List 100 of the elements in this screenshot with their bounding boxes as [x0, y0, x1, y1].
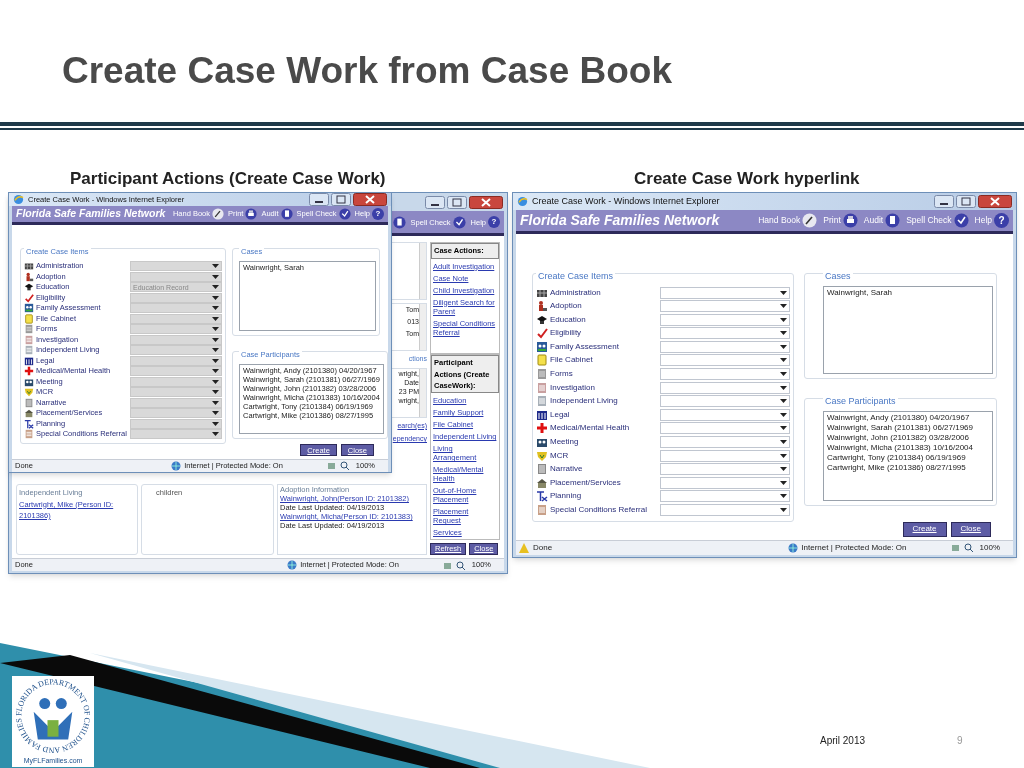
shield-icon: [536, 449, 548, 462]
pen-icon[interactable]: [212, 207, 224, 220]
browser-icon: [13, 194, 24, 205]
list-item[interactable]: Cartwright, Tony (2101384) 06/19/1969: [827, 452, 989, 463]
minimize-icon[interactable]: [934, 194, 954, 208]
item-label: Independent Living: [550, 397, 619, 406]
cap-icon: [24, 282, 34, 292]
close-icon[interactable]: [978, 194, 1012, 208]
browser-icon: [517, 195, 528, 207]
item-dropdown[interactable]: [660, 476, 790, 489]
columns-icon: [536, 408, 548, 421]
window-title: Create Case Work - Windows Internet Explorer: [532, 194, 720, 208]
item-label: File Cabinet: [550, 356, 594, 365]
house-icon: [24, 408, 34, 418]
caret-icon: [780, 385, 787, 390]
list-item[interactable]: Wainwright, Sarah: [827, 287, 989, 298]
check-icon[interactable]: [338, 207, 351, 220]
scrollbar[interactable]: [419, 243, 426, 300]
cases-listbox[interactable]: Wainwright, Sarah: [823, 285, 993, 374]
item-dropdown[interactable]: [660, 354, 790, 367]
document-icon: [536, 504, 548, 516]
item-dropdown[interactable]: [660, 449, 790, 462]
printer-icon[interactable]: [245, 207, 258, 220]
scrollbar[interactable]: [419, 304, 426, 351]
slide-date: April 2013: [820, 734, 866, 748]
list-item[interactable]: Wainwright, Micha (2101383) 10/16/2004: [827, 442, 989, 453]
folder-icon: [24, 313, 34, 324]
caret-icon: [780, 467, 787, 472]
item-label: Administration: [550, 288, 602, 297]
check-icon: [24, 292, 34, 303]
caret-icon: [780, 290, 787, 295]
document-icon: [24, 429, 34, 439]
printer-icon[interactable]: [842, 212, 858, 228]
minimize-icon[interactable]: [309, 193, 329, 206]
item-label: Narrative: [550, 465, 584, 474]
list-item[interactable]: Cartwright, Mike (2101386) 08/27/1995: [827, 462, 989, 473]
caret-icon: [780, 440, 787, 445]
item-label: Placement/Services: [550, 478, 622, 487]
item-label: Education: [550, 315, 587, 324]
list-item[interactable]: Wainwright, Sarah (2101381) 06/27/1969: [827, 422, 989, 433]
item-dropdown[interactable]: [660, 381, 790, 394]
caret-icon: [780, 399, 787, 404]
form-icon: [24, 324, 34, 334]
form-icon: [536, 368, 548, 381]
pen-icon[interactable]: [802, 212, 818, 228]
item-dropdown[interactable]: [660, 395, 790, 408]
zoom-icon[interactable]: [963, 543, 976, 553]
document-icon[interactable]: [392, 215, 406, 229]
panel-legend: Case Participants: [825, 395, 896, 406]
item-label: Forms: [550, 370, 574, 379]
document-icon[interactable]: [885, 212, 901, 228]
item-dropdown[interactable]: [660, 368, 790, 381]
item-label: Family Assessment: [550, 342, 620, 351]
close-icon[interactable]: [469, 195, 503, 209]
app-name: Florida Safe Families Network: [16, 206, 166, 221]
list-item[interactable]: Wainwright, John (2101382) 03/28/2006: [827, 432, 989, 443]
zoom-icon[interactable]: [455, 560, 468, 570]
close-icon[interactable]: [353, 193, 387, 206]
item-label: MCR: [550, 451, 570, 460]
item-dropdown[interactable]: [660, 463, 790, 476]
person-icon: [536, 300, 548, 313]
item-dropdown[interactable]: [660, 408, 790, 421]
prescription-icon: [24, 418, 34, 429]
caret-icon: [780, 304, 787, 309]
item-dropdown[interactable]: [660, 300, 790, 313]
list-item[interactable]: Wainwright, Andy (2101380) 04/20/1967: [827, 412, 989, 423]
document-icon[interactable]: [280, 207, 293, 220]
caret-icon: [780, 372, 787, 377]
panel-legend: Cases: [825, 270, 851, 281]
dialog-button[interactable]: Close: [950, 521, 991, 537]
item-dropdown[interactable]: [660, 340, 790, 353]
item-dropdown[interactable]: [660, 490, 790, 503]
item-label: Adoption: [550, 302, 583, 311]
item-dropdown[interactable]: [660, 313, 790, 326]
scrollbar[interactable]: [419, 368, 426, 417]
check-icon[interactable]: [452, 215, 466, 229]
item-dropdown[interactable]: [660, 327, 790, 340]
item-dropdown[interactable]: [660, 286, 790, 299]
item-label: Meeting: [550, 438, 580, 447]
item-dropdown[interactable]: [660, 422, 790, 435]
caret-icon: [780, 480, 787, 485]
item-label: Legal: [550, 410, 571, 419]
caret-icon: [780, 358, 787, 363]
participants-listbox[interactable]: [823, 410, 993, 501]
help-icon[interactable]: ?: [488, 216, 500, 229]
check-icon[interactable]: [953, 212, 969, 228]
caret-icon: [780, 317, 787, 322]
caret-icon: [780, 344, 787, 349]
app-name: Florida Safe Families Network: [520, 210, 720, 230]
zoom-level[interactable]: 100%: [979, 541, 1000, 554]
item-dropdown[interactable]: [660, 504, 790, 516]
document-icon: [536, 395, 548, 408]
shield-icon: [24, 387, 34, 397]
help-icon[interactable]: ?: [994, 212, 1009, 228]
caret-icon: [780, 453, 787, 458]
minimize-icon[interactable]: [425, 195, 445, 209]
dialog-button[interactable]: Create: [902, 521, 947, 537]
people-icon: [24, 303, 34, 313]
item-dropdown[interactable]: [660, 436, 790, 449]
globe-icon: [788, 542, 799, 553]
